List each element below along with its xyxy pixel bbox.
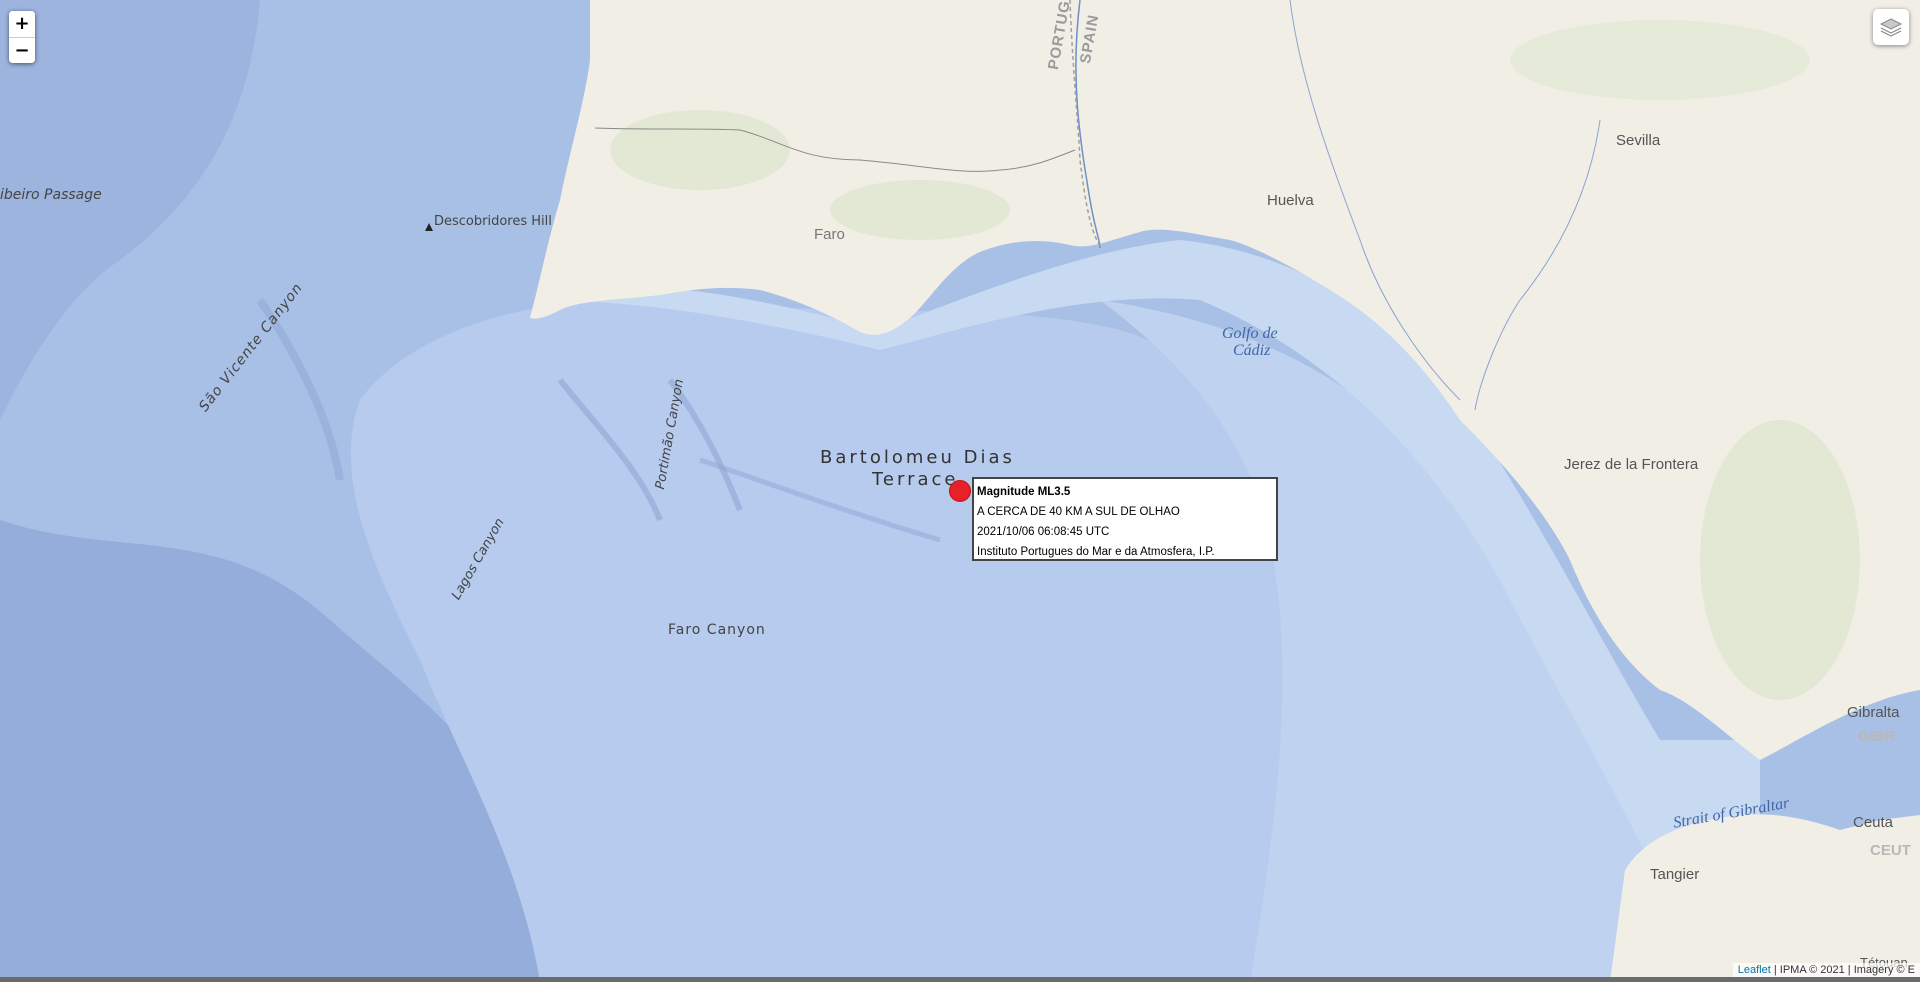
golfo-de-cadiz-label-line2: Cádiz [1233,342,1271,359]
gibraltar-region-label: GIBR [1858,728,1896,745]
city-ceuta: Ceuta [1853,814,1894,831]
terrace-label: Terrace [872,469,959,490]
descobridores-hill-label: Descobridores Hill [434,214,552,229]
zoom-out-button[interactable]: − [9,37,35,63]
city-huelva: Huelva [1267,192,1314,209]
layers-control-button[interactable] [1873,9,1909,45]
attribution-text: IPMA © 2021 | Imagery © E [1779,964,1915,976]
popup-location: A CERCA DE 40 KM A SUL DE OLHAO [977,506,1180,518]
horizontal-scrollbar[interactable] [0,977,1920,982]
city-tangier: Tangier [1650,866,1700,883]
attribution-separator: | [1773,964,1777,976]
popup-datetime: 2021/10/06 06:08:45 UTC [977,526,1110,538]
ribeiro-passage-label: ibeiro Passage [0,187,102,203]
city-faro: Faro [814,226,845,243]
faro-canyon-label: Faro Canyon [668,622,766,638]
bartolomeu-dias-label: Bartolomeu Dias [820,447,1015,468]
earthquake-popup: Magnitude ML3.5 A CERCA DE 40 KM A SUL D… [972,477,1278,561]
popup-title: Magnitude ML3.5 [977,486,1071,498]
earthquake-marker[interactable] [949,480,971,502]
golfo-de-cadiz-label-line1: Golfo de [1222,325,1278,342]
popup-source: Instituto Portugues do Mar e da Atmosfer… [977,546,1215,558]
map-attribution: Leaflet | IPMA © 2021 | Imagery © E [1732,963,1920,977]
city-sevilla: Sevilla [1616,132,1661,149]
city-jerez: Jerez de la Frontera [1564,456,1699,473]
zoom-control: + − [9,11,35,63]
city-gibraltar: Gibralta [1847,704,1900,721]
map-view[interactable]: ibeiro Passage Descobridores Hill São Vi… [0,0,1920,982]
ceuta-region-label: CEUT [1870,842,1911,859]
layers-icon [1879,18,1903,37]
leaflet-link[interactable]: Leaflet [1738,964,1771,976]
zoom-in-button[interactable]: + [9,11,35,37]
